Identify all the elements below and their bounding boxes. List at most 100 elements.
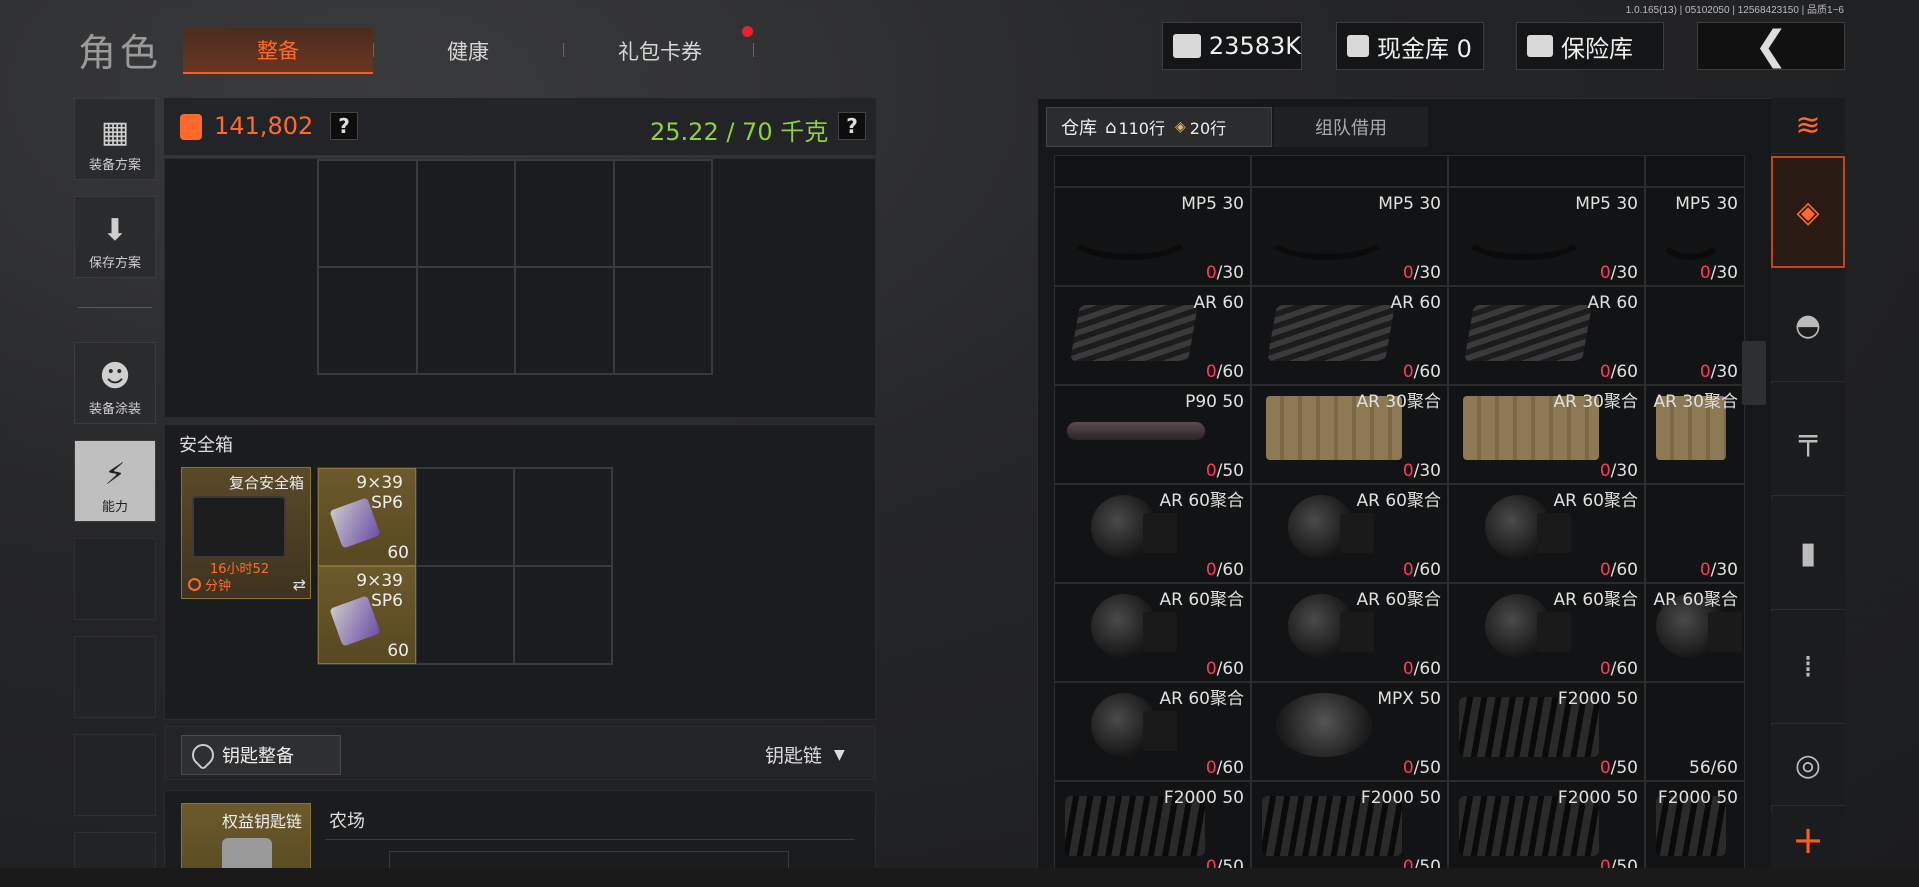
warehouse-cell[interactable]: 0/30 xyxy=(1645,484,1745,583)
warehouse-scrollbar[interactable] xyxy=(1742,341,1766,405)
warehouse-cell[interactable]: MP5 30 0/30 xyxy=(1251,187,1448,286)
category-all-button[interactable]: ◈ xyxy=(1771,156,1845,268)
sidebar-item-ability[interactable]: ⚡ 能力 xyxy=(74,440,156,522)
ticket-icon: ◈ xyxy=(1174,119,1186,135)
warehouse-cell[interactable]: AR 60 0/60 xyxy=(1251,286,1448,385)
category-rifle-button[interactable]: ╤ xyxy=(1771,384,1845,496)
sidebar-item-save-plan[interactable]: ⬇ 保存方案 xyxy=(74,196,156,278)
warehouse-cell[interactable]: AR 60聚合 0/60 xyxy=(1251,583,1448,682)
scope-icon: ◎ xyxy=(1794,748,1822,783)
item-ammo-count: 0/60 xyxy=(1206,362,1244,382)
tab-warehouse[interactable]: 仓库 ⌂ 110行 ◈ 20行 xyxy=(1046,107,1272,147)
container-grid xyxy=(317,159,713,375)
sort-button[interactable]: ≋ xyxy=(1771,98,1845,154)
insurance-button[interactable]: 保险库 xyxy=(1516,22,1664,70)
item-ammo-count: 0/60 xyxy=(1600,659,1638,679)
warehouse-cell[interactable]: AR 60聚合 xyxy=(1645,583,1745,682)
warehouse-cell[interactable]: MP5 30 0/30 xyxy=(1645,187,1745,286)
warehouse-cell[interactable]: F2000 50 0/50 xyxy=(1448,682,1645,781)
cash-vault-button[interactable]: 现金库 0 xyxy=(1336,22,1484,70)
item-ammo-current: 0 xyxy=(1205,362,1217,382)
tab-gift-cards[interactable]: 礼包卡券 xyxy=(570,28,750,74)
warehouse-cell[interactable]: AR 60 0/60 xyxy=(1054,286,1251,385)
grid-slot[interactable] xyxy=(515,160,614,267)
warehouse-cell[interactable]: AR 60聚合 0/60 xyxy=(1448,583,1645,682)
sidebar-empty-slot xyxy=(74,636,156,718)
category-helmet-button[interactable]: ◓ xyxy=(1771,270,1845,382)
sidebar-item-label: 能力 xyxy=(101,500,128,515)
ammo-item[interactable]: 9×39 SP6 60 xyxy=(318,566,416,664)
safebox-item[interactable]: 复合安全箱 16小时52 分钟 ⇄ xyxy=(181,467,311,599)
warehouse-cell[interactable] xyxy=(1251,155,1448,187)
warehouse-cell[interactable]: AR 60聚合 0/60 xyxy=(1448,484,1645,583)
grid-slot[interactable] xyxy=(416,267,515,374)
category-magazine-button[interactable]: ▮ xyxy=(1771,498,1845,610)
warehouse-cell[interactable] xyxy=(1448,155,1645,187)
item-name: MP5 30 xyxy=(1575,194,1638,214)
tab-health[interactable]: 健康 xyxy=(380,28,556,74)
item-name: AR 60 xyxy=(1193,293,1244,313)
category-scope-button[interactable]: ◎ xyxy=(1771,726,1845,806)
warehouse-cell[interactable]: F2000 50 0/50 xyxy=(1054,781,1251,880)
tab-loadout[interactable]: 整备 xyxy=(183,28,373,74)
warehouse-cell[interactable] xyxy=(1054,155,1251,187)
warehouse-cell[interactable]: MP5 30 0/30 xyxy=(1448,187,1645,286)
helmet-icon: ◓ xyxy=(1794,308,1822,343)
grid-slot[interactable] xyxy=(514,566,612,664)
sidebar-divider xyxy=(78,307,152,308)
grid-slot[interactable] xyxy=(318,160,417,267)
warehouse-cell[interactable]: P90 50 0/50 xyxy=(1054,385,1251,484)
warehouse-cell[interactable]: 56/60 xyxy=(1645,682,1745,781)
divider xyxy=(325,839,855,840)
warehouse-cell[interactable]: F2000 50 xyxy=(1645,781,1745,880)
sidebar-item-loadout-plan[interactable]: ▦ 装备方案 xyxy=(74,98,156,180)
add-button[interactable]: + xyxy=(1771,812,1845,868)
safebox-title: 安全箱 xyxy=(179,435,233,456)
warehouse-cell[interactable] xyxy=(1645,155,1745,187)
item-ammo-current: 0 xyxy=(1599,263,1611,283)
category-ammo-button[interactable]: ⁞ xyxy=(1771,612,1845,724)
grid-slot[interactable] xyxy=(318,267,417,374)
back-button[interactable]: ❮ xyxy=(1697,22,1845,70)
key-loadout-button[interactable]: 钥匙整备 xyxy=(181,735,341,775)
weight-help-button[interactable]: ? xyxy=(838,112,866,140)
warehouse-grid-viewport[interactable]: MP5 30 0/30 MP5 30 0/30 MP5 30 0/30 MP5 30 0/30… xyxy=(1046,155,1746,887)
warehouse-cell[interactable]: F2000 50 0/50 xyxy=(1251,781,1448,880)
grid-slot[interactable] xyxy=(515,267,614,374)
item-ammo-capacity: /60 xyxy=(1413,560,1441,580)
warehouse-cell[interactable]: AR 60聚合 0/60 xyxy=(1054,583,1251,682)
grid-slot[interactable] xyxy=(416,468,514,566)
warehouse-cell[interactable]: AR 30聚合 0/30 xyxy=(1251,385,1448,484)
grid-slot[interactable] xyxy=(416,160,515,267)
keychain-dropdown[interactable]: 钥匙链 ▼ xyxy=(765,741,845,768)
sidebar-item-skins[interactable]: ☻ 装备涂装 xyxy=(74,342,156,424)
swap-icon[interactable]: ⇄ xyxy=(293,575,306,594)
grid-slot[interactable] xyxy=(416,566,514,664)
warehouse-cell[interactable]: AR 30聚合 xyxy=(1645,385,1745,484)
warehouse-cell[interactable]: MP5 30 0/30 xyxy=(1054,187,1251,286)
ammo-caliber: 9×39 xyxy=(356,473,403,493)
loadout-header: 141,802 ? 25.22 / 70 千克 ? xyxy=(164,98,876,156)
help-button[interactable]: ? xyxy=(330,112,358,140)
grid-slot[interactable] xyxy=(514,468,612,566)
tab-team-borrow[interactable]: 组队借用 xyxy=(1274,107,1428,147)
safebox-panel: 安全箱 复合安全箱 16小时52 分钟 ⇄ 9×39 SP6 60 9×39 SP6… xyxy=(164,424,876,720)
item-ammo-current: 0 xyxy=(1699,263,1711,283)
item-ammo-current: 0 xyxy=(1699,362,1711,382)
warehouse-cell[interactable]: 0/30 xyxy=(1645,286,1745,385)
grid-slot[interactable] xyxy=(613,267,712,374)
item-ammo-capacity: /60 xyxy=(1610,362,1638,382)
warehouse-cell[interactable]: AR 60 0/60 xyxy=(1448,286,1645,385)
warehouse-cell[interactable]: AR 60聚合 0/60 xyxy=(1251,484,1448,583)
warehouse-cell[interactable]: AR 60聚合 0/60 xyxy=(1054,484,1251,583)
warehouse-cell[interactable]: F2000 50 0/50 xyxy=(1448,781,1645,880)
item-ammo-capacity: /30 xyxy=(1710,560,1738,580)
warehouse-cell[interactable]: AR 60聚合 0/60 xyxy=(1054,682,1251,781)
warehouse-cell[interactable]: AR 30聚合 0/30 xyxy=(1448,385,1645,484)
item-ammo-current: 0 xyxy=(1205,560,1217,580)
item-ammo-capacity: /30 xyxy=(1610,263,1638,283)
warehouse-cell[interactable]: MPX 50 0/50 xyxy=(1251,682,1448,781)
ammo-item[interactable]: 9×39 SP6 60 xyxy=(318,468,416,566)
grid-slot[interactable] xyxy=(613,160,712,267)
item-ammo-capacity: /60 xyxy=(1413,659,1441,679)
